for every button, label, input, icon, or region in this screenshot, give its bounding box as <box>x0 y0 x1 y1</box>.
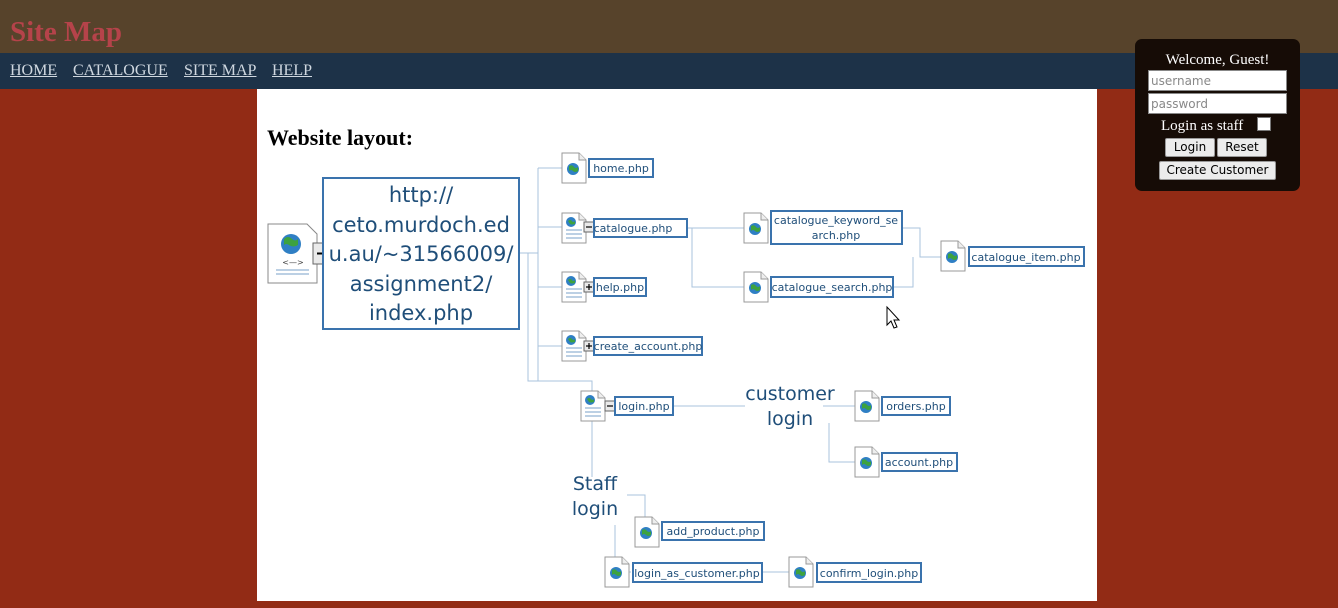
customer-login-label-2: login <box>767 408 813 430</box>
node-login-as-customer: login_as_customer.php <box>604 556 763 588</box>
node-login: login.php <box>580 390 674 422</box>
site-map-diagram: <—> http:// ceto.murdoch.ed u.au/~315660… <box>267 152 1085 588</box>
create-account-label: create_account.php <box>594 340 703 353</box>
catalogue-label: catalogue.php <box>594 222 673 235</box>
node-add-product: add_product.php <box>634 516 765 548</box>
node-orders: orders.php <box>854 390 951 422</box>
staff-login-label-1: Staff <box>573 473 618 495</box>
catalogue-keyword-label-1: catalogue_keyword_se <box>774 214 898 227</box>
node-create-account: create_account.php <box>561 330 703 362</box>
welcome-text: Welcome, Guest! <box>1165 52 1270 68</box>
catalogue-search-label: catalogue_search.php <box>772 281 893 294</box>
site-title: Site Map <box>10 16 122 48</box>
nav-help-link[interactable]: HELP <box>272 62 312 80</box>
root-node: <—> http:// ceto.murdoch.ed u.au/~315660… <box>267 177 520 330</box>
node-home: home.php <box>561 152 654 184</box>
login-label: login.php <box>618 400 669 413</box>
node-confirm-login: confirm_login.php <box>788 556 922 588</box>
orders-label: orders.php <box>886 400 946 413</box>
create-customer-button[interactable]: Create Customer <box>1159 161 1276 180</box>
root-url-line-4: assignment2/ <box>350 272 494 296</box>
username-input[interactable] <box>1148 70 1287 91</box>
staff-login-label-2: login <box>572 498 618 520</box>
svg-text:<—>: <—> <box>282 258 303 267</box>
content-panel: Website layout: <—> http:// ceto.murdoch… <box>257 89 1097 601</box>
reset-button[interactable]: Reset <box>1217 138 1267 157</box>
root-url-line-1: http:// <box>389 183 454 207</box>
help-label: help.php <box>596 281 644 294</box>
login-as-staff-label: Login as staff <box>1161 118 1244 134</box>
root-url-line-5: index.php <box>369 301 473 325</box>
home-label: home.php <box>593 162 649 175</box>
nav-catalogue-link[interactable]: CATALOGUE <box>73 62 168 80</box>
password-input[interactable] <box>1148 93 1287 114</box>
account-label: account.php <box>885 456 953 469</box>
login-as-customer-label: login_as_customer.php <box>634 567 760 580</box>
node-catalogue: catalogue.php <box>561 212 688 244</box>
nav-home-link[interactable]: HOME <box>10 62 57 80</box>
node-help: help.php <box>561 271 647 303</box>
login-as-staff-checkbox[interactable] <box>1257 117 1271 131</box>
mouse-cursor-icon <box>886 305 901 329</box>
catalogue-item-label: catalogue_item.php <box>971 251 1080 264</box>
node-account: account.php <box>854 446 958 478</box>
node-catalogue-item: catalogue_item.php <box>940 240 1085 272</box>
root-url-line-3: u.au/~31566009/ <box>329 242 515 266</box>
login-button[interactable]: Login <box>1165 138 1215 157</box>
confirm-login-label: confirm_login.php <box>820 567 918 580</box>
nav-sitemap-link[interactable]: SITE MAP <box>184 62 256 80</box>
catalogue-keyword-label-2: arch.php <box>812 229 860 242</box>
customer-login-label-1: customer <box>745 383 835 405</box>
login-panel: Welcome, Guest! Login as staff Login Res… <box>1135 39 1300 191</box>
root-url-line-2: ceto.murdoch.ed <box>332 213 510 237</box>
node-catalogue-search: catalogue_search.php <box>743 271 894 303</box>
add-product-label: add_product.php <box>667 525 760 538</box>
node-catalogue-keyword-search: catalogue_keyword_se arch.php <box>743 210 903 245</box>
